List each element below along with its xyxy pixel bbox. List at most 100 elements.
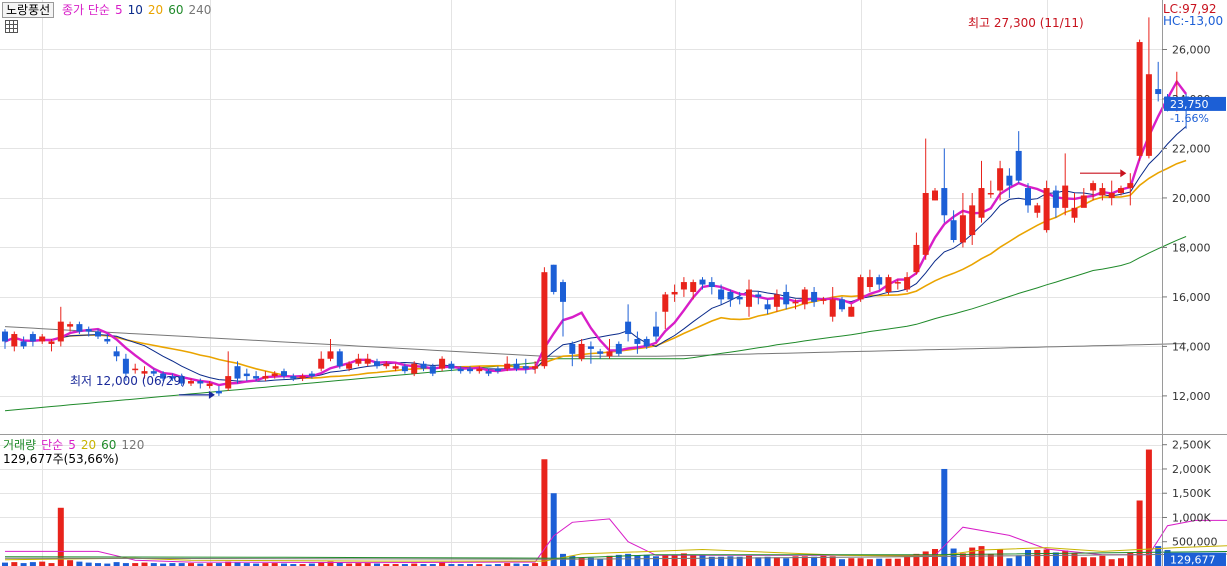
candle-body-118 bbox=[1099, 188, 1106, 196]
volume-bar-101 bbox=[941, 468, 948, 566]
candle-body-79 bbox=[736, 296, 743, 300]
volume-bar-112 bbox=[1043, 549, 1050, 566]
volume-bar-80 bbox=[746, 555, 752, 566]
candle-body-68 bbox=[634, 338, 641, 344]
candle-body-11 bbox=[104, 338, 111, 342]
volume-tick-label-3: 2,000K bbox=[1172, 463, 1211, 476]
candle-body-83 bbox=[773, 294, 780, 307]
candle-body-10 bbox=[95, 331, 101, 337]
volume-bar-118 bbox=[1099, 555, 1106, 566]
price-tick-label-3: 18,000 bbox=[1172, 241, 1211, 254]
candle-body-73 bbox=[680, 282, 687, 290]
volume-bar-120 bbox=[1118, 558, 1124, 566]
volume-bar-3 bbox=[29, 562, 36, 566]
volume-bar-100 bbox=[932, 549, 938, 566]
candle-body-110 bbox=[1025, 188, 1031, 206]
candle-body-106 bbox=[987, 192, 994, 195]
volume-bar-83 bbox=[773, 557, 780, 566]
candle-body-67 bbox=[625, 321, 632, 335]
candle-body-112 bbox=[1043, 188, 1050, 231]
candle-body-62 bbox=[578, 343, 585, 359]
volume-tick-label-1: 1,000K bbox=[1172, 511, 1211, 524]
volume-bar-4 bbox=[39, 561, 46, 566]
volume-bar-102 bbox=[950, 548, 957, 566]
candle-body-88 bbox=[820, 299, 827, 301]
candle-body-100 bbox=[932, 190, 938, 201]
candle-body-63 bbox=[587, 346, 594, 349]
candle-body-35 bbox=[327, 351, 334, 359]
legend-vol-ma120: 120 bbox=[121, 438, 145, 452]
volume-bar-12 bbox=[113, 562, 120, 566]
volume-bar-95 bbox=[885, 558, 892, 566]
candle-body-9 bbox=[85, 329, 92, 332]
candle-body-101 bbox=[941, 188, 948, 216]
volume-bar-93 bbox=[866, 559, 873, 566]
candle-body-66 bbox=[615, 343, 622, 354]
volume-info: 129,677주(53,66%) bbox=[3, 452, 119, 466]
candle-body-48 bbox=[448, 363, 455, 369]
stock-name-button[interactable]: 노랑풍선 bbox=[2, 2, 55, 18]
volume-bar-69 bbox=[643, 554, 650, 566]
volume-bar-116 bbox=[1080, 557, 1087, 566]
candle-body-115 bbox=[1071, 207, 1078, 218]
candle-body-93 bbox=[866, 277, 873, 288]
candle-body-108 bbox=[1006, 175, 1013, 186]
volume-bar-9 bbox=[85, 562, 92, 566]
candle-body-86 bbox=[801, 289, 808, 305]
volume-legend: 거래량 단순 5 20 60 120 bbox=[3, 438, 149, 452]
volume-bar-84 bbox=[783, 558, 790, 566]
candle-body-64 bbox=[597, 351, 604, 354]
candle-body-74 bbox=[690, 282, 697, 292]
candle-body-1 bbox=[11, 334, 18, 347]
candle-body-121 bbox=[1127, 183, 1134, 189]
candle-body-80 bbox=[746, 289, 752, 307]
volume-bar-58 bbox=[541, 459, 548, 566]
current-volume-label: 129,677 bbox=[1170, 554, 1216, 566]
candle-body-12 bbox=[113, 351, 120, 357]
candle-body-92 bbox=[857, 277, 864, 300]
candle-body-6 bbox=[57, 321, 64, 342]
candle-body-26 bbox=[243, 373, 250, 377]
candle-body-24 bbox=[225, 376, 232, 389]
candle-body-123 bbox=[1145, 74, 1152, 156]
candle-body-7 bbox=[67, 324, 74, 327]
price-tick-label-7: 26,000 bbox=[1172, 43, 1211, 56]
price-tick-label-5: 22,000 bbox=[1172, 142, 1211, 155]
volume-bar-7 bbox=[67, 560, 74, 566]
candle-body-39 bbox=[364, 358, 371, 364]
hc-readout: HC:-13,00 bbox=[1163, 14, 1224, 28]
volume-bar-71 bbox=[662, 554, 669, 566]
legend-ma5: 5 bbox=[114, 3, 123, 17]
candle-body-113 bbox=[1052, 190, 1059, 208]
candle-body-114 bbox=[1062, 185, 1069, 208]
volume-bar-111 bbox=[1034, 549, 1041, 566]
candle-body-98 bbox=[913, 244, 920, 273]
candle-body-20 bbox=[188, 381, 194, 384]
legend-vol-ma5: 5 bbox=[68, 438, 76, 452]
grid-table-icon[interactable] bbox=[5, 20, 18, 33]
candle-body-57 bbox=[532, 366, 539, 369]
candle-body-45 bbox=[420, 363, 427, 369]
candle-body-96 bbox=[894, 282, 901, 284]
candle-body-55 bbox=[513, 363, 520, 369]
legend-vol-ma60: 60 bbox=[101, 438, 117, 452]
candle-body-97 bbox=[904, 277, 911, 290]
volume-bar-68 bbox=[634, 555, 641, 566]
candle-body-60 bbox=[560, 282, 566, 302]
candle-body-3 bbox=[29, 334, 36, 342]
candle-body-40 bbox=[374, 361, 380, 367]
candle-body-71 bbox=[662, 294, 669, 312]
candle-body-85 bbox=[792, 301, 799, 304]
candle-body-37 bbox=[346, 363, 353, 369]
volume-bar-113 bbox=[1052, 552, 1059, 566]
volume-bar-81 bbox=[755, 557, 762, 566]
candle-body-82 bbox=[764, 304, 771, 310]
candle-body-107 bbox=[997, 168, 1004, 191]
candle-body-61 bbox=[569, 343, 576, 354]
volume-bar-108 bbox=[1006, 558, 1013, 566]
candle-body-56 bbox=[522, 366, 529, 369]
candle-body-90 bbox=[839, 299, 845, 310]
candle-body-65 bbox=[606, 351, 613, 357]
candle-body-50 bbox=[467, 368, 473, 372]
candle-body-42 bbox=[392, 366, 399, 369]
